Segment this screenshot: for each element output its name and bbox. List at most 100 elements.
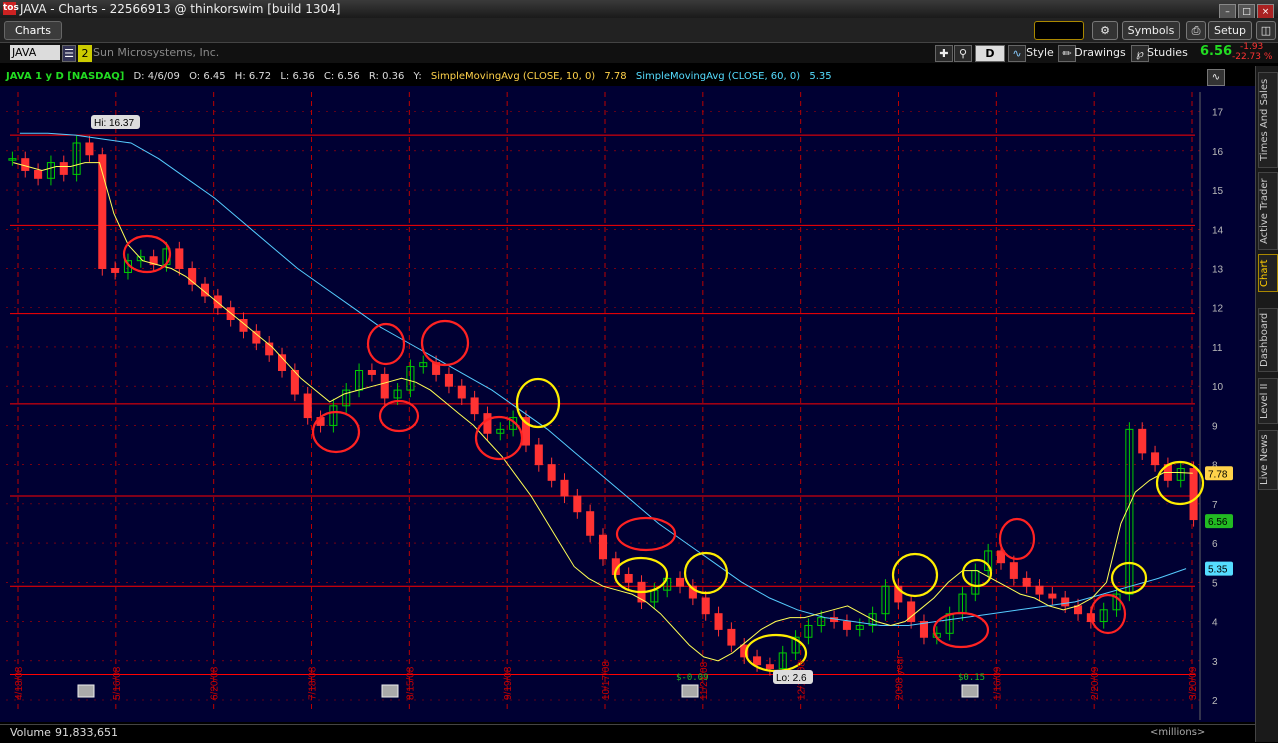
x-tick-label: 7/18/08 bbox=[308, 666, 319, 700]
y-tick-label: 16 bbox=[1212, 147, 1224, 158]
chart-settings-icon[interactable]: ∿ bbox=[1207, 69, 1225, 86]
info-high: H: 6.72 bbox=[234, 71, 272, 82]
crosshair-icon[interactable]: ✚ bbox=[935, 45, 953, 62]
app-logo: tos bbox=[3, 2, 19, 15]
y-tick-label: 15 bbox=[1212, 186, 1224, 197]
chart-toolbar: JAVA ☰ 2 Sun Microsystems, Inc. ✚ ⚲ D ∿ … bbox=[0, 42, 1278, 63]
volume-value: 91,833,651 bbox=[55, 726, 118, 739]
earnings-icon bbox=[961, 684, 979, 698]
candle-body bbox=[534, 444, 543, 466]
x-tick-label: 5/16/08 bbox=[112, 666, 123, 700]
candle-body bbox=[21, 158, 30, 171]
earnings-icon bbox=[681, 684, 699, 698]
tab-dashboard[interactable]: Dashboard bbox=[1258, 308, 1278, 372]
aggregation-button[interactable]: D bbox=[975, 45, 1005, 62]
tab-level-ii[interactable]: Level II bbox=[1258, 378, 1278, 424]
symbol-dropdown-icon[interactable]: ☰ bbox=[62, 45, 76, 62]
x-tick-label: 2/20/09 bbox=[1090, 666, 1101, 700]
symbol-input[interactable]: JAVA bbox=[10, 45, 60, 60]
sma60-value: 5.35 bbox=[809, 71, 832, 82]
x-tick-label: 4/18/08 bbox=[14, 666, 25, 700]
style-button[interactable]: Style bbox=[1024, 45, 1056, 60]
earnings-icon bbox=[77, 684, 95, 698]
candle-body bbox=[714, 613, 723, 630]
y-tick-label: 11 bbox=[1212, 343, 1223, 354]
tab-chart[interactable]: Chart bbox=[1258, 254, 1278, 292]
drawings-button[interactable]: Drawings bbox=[1074, 45, 1126, 60]
price-tag-label: 7.78 bbox=[1208, 469, 1228, 480]
candle-body bbox=[1138, 428, 1147, 454]
net-change-pct: -22.73 % bbox=[1232, 52, 1273, 62]
event-label: $0.15 bbox=[958, 673, 985, 683]
print-icon[interactable]: ⎙ bbox=[1186, 21, 1206, 40]
candle-body bbox=[1074, 605, 1083, 615]
candle-body bbox=[367, 370, 376, 375]
candle-body bbox=[1048, 593, 1057, 599]
link-group-badge[interactable]: 2 bbox=[78, 45, 92, 62]
y-tick-label: 10 bbox=[1212, 382, 1224, 393]
candle-body bbox=[701, 597, 710, 615]
x-tick-label: 6/20/08 bbox=[210, 666, 221, 700]
candle-body bbox=[753, 656, 762, 666]
volume-label: Volume bbox=[10, 726, 51, 739]
candle-body bbox=[560, 479, 569, 497]
candle-body bbox=[175, 248, 184, 270]
candle-body bbox=[586, 511, 595, 536]
candle-body bbox=[1189, 468, 1198, 521]
last-price: 6.56 bbox=[1200, 44, 1233, 59]
company-name: Sun Microsystems, Inc. bbox=[93, 46, 220, 59]
candle-body bbox=[676, 577, 685, 587]
info-open: O: 6.45 bbox=[189, 71, 226, 82]
candle-body bbox=[765, 664, 774, 670]
sma60-label[interactable]: SimpleMovingAvg (CLOSE, 60, 0) bbox=[636, 71, 800, 82]
earnings-icon bbox=[381, 684, 399, 698]
x-tick-label: 3/20/09 bbox=[1188, 666, 1199, 700]
y-tick-label: 14 bbox=[1212, 225, 1224, 236]
tab-times-and-sales[interactable]: Times And Sales bbox=[1258, 72, 1278, 168]
y-tick-label: 7 bbox=[1212, 500, 1218, 511]
detach-icon[interactable]: ◫ bbox=[1256, 21, 1276, 40]
volume-units: <millions> bbox=[1150, 727, 1206, 738]
y-tick-label: 3 bbox=[1212, 657, 1218, 668]
candle-body bbox=[34, 169, 43, 179]
candle-body bbox=[727, 628, 736, 646]
candle-body bbox=[1022, 577, 1031, 587]
y-tick-label: 2 bbox=[1212, 696, 1218, 707]
price-chart[interactable]: 2345678910111213141516177.786.565.35 4/1… bbox=[0, 86, 1255, 722]
wrench-icon[interactable]: ⚙ bbox=[1092, 21, 1118, 40]
candle-body bbox=[1061, 597, 1070, 607]
net-change: -1.93 bbox=[1240, 42, 1264, 52]
tab-active-trader[interactable]: Active Trader bbox=[1258, 172, 1278, 250]
y-tick-label: 12 bbox=[1212, 304, 1224, 315]
studies-button[interactable]: Studies bbox=[1147, 45, 1188, 60]
candle-body bbox=[457, 385, 466, 399]
candle-body bbox=[573, 495, 582, 513]
setup-button[interactable]: Setup bbox=[1208, 21, 1252, 40]
y-tick-label: 6 bbox=[1212, 539, 1218, 550]
event-label: $-0.09 bbox=[676, 673, 709, 683]
x-tick-label: 2008 year bbox=[895, 655, 906, 700]
y-tick-label: 13 bbox=[1212, 265, 1224, 276]
tab-live-news[interactable]: Live News bbox=[1258, 430, 1278, 490]
volume-bar: Volume 91,833,651 <millions> bbox=[0, 724, 1255, 743]
sma10-value: 7.78 bbox=[604, 71, 627, 82]
sma10-label[interactable]: SimpleMovingAvg (CLOSE, 10, 0) bbox=[431, 71, 595, 82]
y-tick-label: 17 bbox=[1212, 108, 1224, 119]
candle-body bbox=[111, 268, 120, 273]
symbols-button[interactable]: Symbols bbox=[1122, 21, 1180, 40]
high-label: Hi: 16.37 bbox=[94, 118, 134, 129]
info-close: C: 6.56 bbox=[323, 71, 360, 82]
tab-charts[interactable]: Charts bbox=[4, 21, 62, 40]
candle-body bbox=[59, 162, 68, 175]
candle-body bbox=[380, 373, 389, 399]
color-swatch-icon[interactable] bbox=[1034, 21, 1084, 40]
candle-body bbox=[470, 397, 479, 415]
candle-body bbox=[547, 464, 556, 481]
candle-body bbox=[483, 413, 492, 434]
candle-body bbox=[85, 142, 94, 156]
x-tick-label: 10/17/08 bbox=[601, 661, 612, 700]
candle-body bbox=[842, 621, 851, 630]
zoom-icon[interactable]: ⚲ bbox=[954, 45, 972, 62]
y-tick-label: 5 bbox=[1212, 578, 1218, 589]
window-title-bar: tos JAVA - Charts - 22566913 @ thinkorsw… bbox=[0, 0, 1278, 20]
